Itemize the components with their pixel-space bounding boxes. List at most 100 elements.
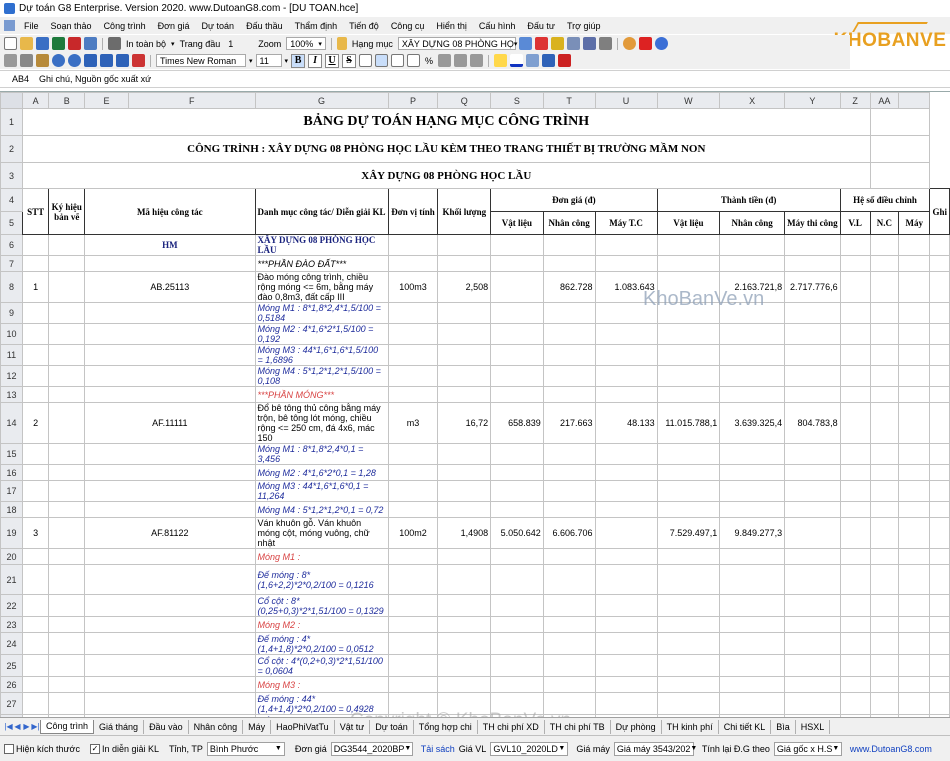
merge-icon[interactable] [407, 54, 421, 67]
cell-t[interactable] [594, 616, 658, 633]
cell-p[interactable]: 1,4908 [437, 517, 492, 549]
cell-z[interactable] [869, 402, 900, 444]
sheet-link-icon[interactable] [542, 54, 556, 67]
cell-g[interactable] [387, 616, 439, 633]
cell-z[interactable] [869, 234, 900, 256]
cell-g[interactable] [387, 632, 439, 655]
cell-p[interactable] [437, 255, 492, 272]
cell-s[interactable] [542, 234, 596, 256]
sheet-tab[interactable]: Bìa [771, 719, 796, 734]
cell-w[interactable] [719, 692, 786, 715]
cell-s[interactable]: 217.663 [542, 402, 596, 444]
cell-aa[interactable] [898, 548, 931, 565]
cell-w[interactable] [719, 480, 786, 502]
cell-b[interactable] [48, 255, 86, 272]
show-size-checkbox[interactable] [4, 743, 14, 754]
cell-g[interactable] [387, 501, 439, 518]
print-calc-checkbox[interactable]: ✓ [89, 743, 100, 754]
cell-z[interactable] [869, 443, 900, 465]
cell-u[interactable] [656, 676, 721, 693]
column-header[interactable]: P [387, 92, 439, 109]
align-right-icon[interactable] [391, 54, 405, 67]
cell-stt[interactable] [21, 654, 50, 677]
cell-p[interactable] [437, 464, 492, 481]
row-number[interactable]: 2 [0, 135, 23, 163]
cell-aa[interactable] [898, 676, 931, 693]
cell-f[interactable]: Đế móng : 8*(1,6+2,2)*2*0,2/100 = 0,1216 [254, 564, 389, 595]
cell-u[interactable] [656, 255, 721, 272]
save-icon[interactable] [36, 37, 49, 50]
cell-b[interactable] [48, 517, 86, 549]
cell-note[interactable] [929, 632, 950, 655]
cell-y[interactable] [839, 692, 871, 715]
cell-aa[interactable] [898, 402, 931, 444]
cell-b[interactable] [48, 344, 86, 366]
help-icon[interactable] [654, 37, 668, 50]
cell-note[interactable] [929, 386, 950, 403]
sheet-tab[interactable]: TH chi phí TB [545, 719, 611, 734]
cell-stt[interactable] [21, 692, 50, 715]
cell-b[interactable] [48, 323, 86, 345]
cell-q[interactable] [490, 480, 544, 502]
row-number[interactable]: 10 [0, 323, 23, 345]
category-title[interactable]: XÂY DỰNG 08 PHÒNG HỌC LẦU [21, 162, 871, 189]
header-work-code[interactable]: Mã hiệu công tác [84, 188, 256, 235]
cell-s[interactable] [542, 594, 596, 617]
cell-q[interactable] [490, 234, 544, 256]
cell-y[interactable] [839, 594, 871, 617]
cell-s[interactable] [542, 564, 596, 595]
column-header[interactable]: G [254, 92, 389, 109]
move-down-icon[interactable] [100, 54, 113, 67]
cell-s[interactable] [542, 616, 596, 633]
new-file-icon[interactable] [4, 37, 17, 50]
cell-b[interactable] [48, 271, 86, 303]
cell-z[interactable] [869, 386, 900, 403]
column-header[interactable]: Q [437, 92, 492, 109]
cell-q[interactable] [490, 344, 544, 366]
font-color-icon[interactable] [510, 54, 524, 67]
cell-z[interactable] [869, 692, 900, 715]
cell-f[interactable]: ***PHẦN ĐÀO ĐẤT*** [254, 255, 389, 272]
sheet-tab[interactable]: Nhân công [189, 719, 244, 734]
cell-aa[interactable] [898, 517, 931, 549]
cell-t[interactable] [594, 323, 658, 345]
cell-stt[interactable] [21, 501, 50, 518]
website-link[interactable]: www.DutoanG8.com [850, 744, 932, 754]
print-icon[interactable] [108, 37, 121, 50]
cell-w[interactable]: 2.163.721,8 [719, 271, 786, 303]
cell-stt[interactable] [21, 632, 50, 655]
header-note[interactable]: Ghi [929, 188, 950, 235]
cell-z[interactable] [869, 676, 900, 693]
cell-b[interactable] [48, 501, 86, 518]
cell-t[interactable] [594, 443, 658, 465]
chevron-down-icon[interactable]: ▾ [285, 57, 289, 65]
cell-w[interactable] [719, 548, 786, 565]
cell-p[interactable] [437, 692, 492, 715]
cell-y[interactable] [839, 676, 871, 693]
cell-w[interactable] [719, 386, 786, 403]
cell-x[interactable] [784, 632, 841, 655]
cell-u[interactable] [656, 365, 721, 387]
column-header-empty[interactable] [898, 92, 931, 109]
move-up-icon[interactable] [84, 54, 97, 67]
cell-z[interactable] [869, 323, 900, 345]
header-amount[interactable]: Thành tiền (đ) [656, 188, 841, 212]
cell-z[interactable] [869, 616, 900, 633]
cell-w[interactable] [719, 594, 786, 617]
header-unit-price[interactable]: Đơn giá (đ) [490, 188, 658, 212]
cell-s[interactable] [542, 386, 596, 403]
cell-aa[interactable] [898, 302, 931, 324]
cell-u[interactable] [656, 501, 721, 518]
row-number[interactable]: 1 [0, 108, 23, 136]
comma-style-icon[interactable] [438, 54, 452, 67]
underline-button[interactable]: U [325, 53, 340, 68]
row-number[interactable]: 9 [0, 302, 23, 324]
borders-icon[interactable] [526, 54, 540, 67]
menu-project[interactable]: Công trình [98, 21, 152, 31]
cell-f[interactable]: Móng M3 : [254, 676, 389, 693]
header-quantity[interactable]: Khối lượng [437, 188, 492, 235]
cell-e[interactable] [84, 654, 256, 677]
cell-x[interactable] [784, 517, 841, 549]
cell-z[interactable] [869, 564, 900, 595]
row-number[interactable]: 6 [0, 234, 23, 256]
